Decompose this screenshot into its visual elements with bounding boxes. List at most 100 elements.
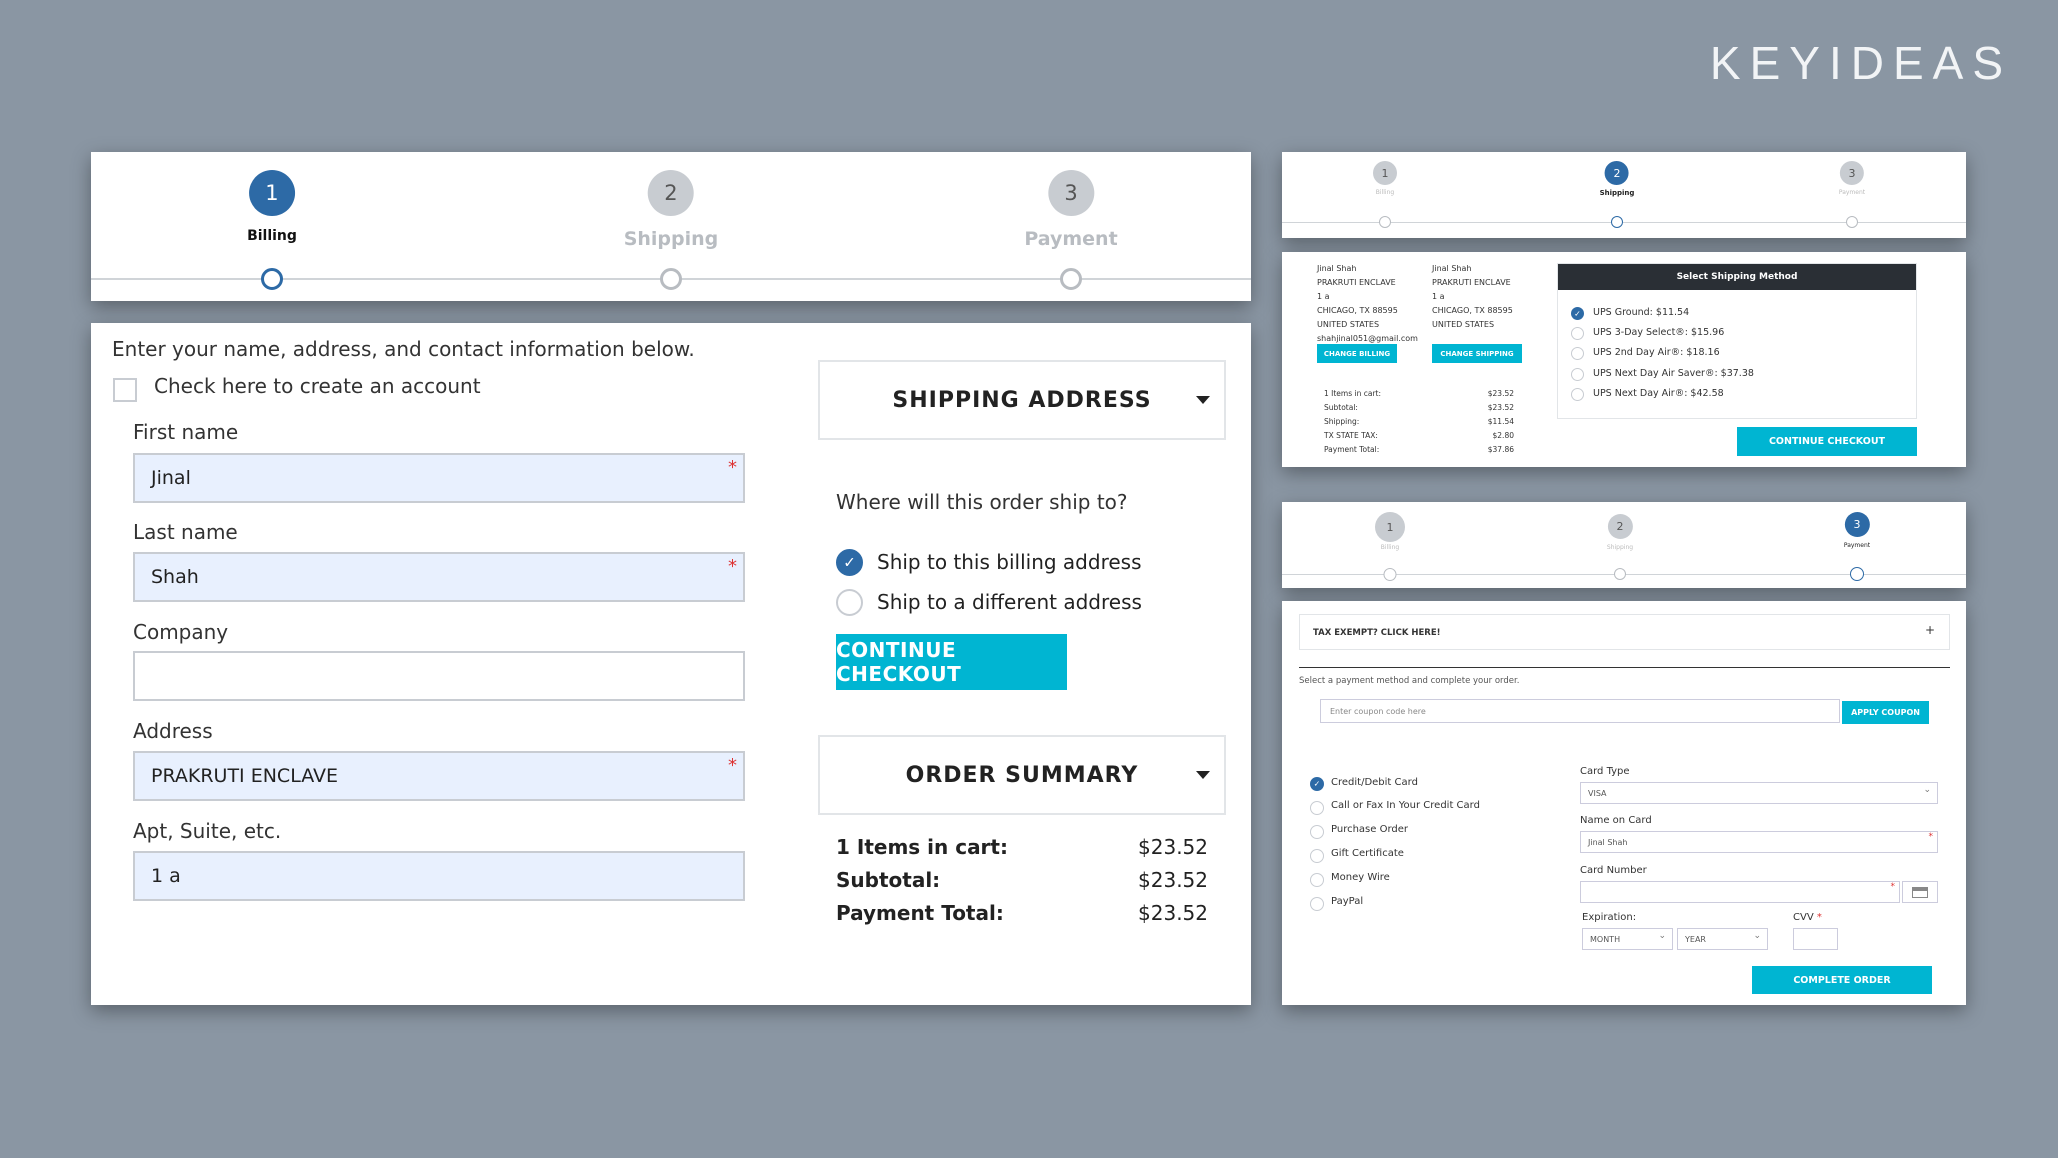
chevron-down-icon: ⌄	[1753, 931, 1761, 941]
step-label: Payment	[1838, 189, 1866, 196]
intro-text: Enter your name, address, and contact in…	[112, 337, 695, 361]
step-shipping[interactable]: 2 Shipping	[624, 170, 718, 250]
payment-method-radio[interactable]	[1310, 897, 1324, 911]
method-radio[interactable]	[1571, 388, 1584, 401]
shipping-stepper-card: 1 Billing 2 Shipping 3 Payment	[1282, 152, 1966, 238]
required-marker: *	[1890, 882, 1896, 892]
expiration-label: Expiration:	[1582, 912, 1637, 923]
payment-content-card: TAX EXEMPT? CLICK HERE! + Select a payme…	[1282, 601, 1966, 1005]
payment-instruction: Select a payment method and complete you…	[1299, 676, 1520, 686]
apply-coupon-button[interactable]: APPLY COUPON	[1842, 701, 1929, 724]
change-billing-button[interactable]: CHANGE BILLING	[1317, 344, 1397, 363]
step-number-badge: 3	[1048, 170, 1094, 216]
billing-form-card: Enter your name, address, and contact in…	[91, 323, 1251, 1005]
step-label: Billing	[1380, 544, 1400, 551]
address-value: PRAKRUTI ENCLAVE	[151, 765, 338, 787]
shipping-method-header: Select Shipping Method	[1558, 264, 1916, 290]
shipping-content-card: Jinal Shah PRAKRUTI ENCLAVE 1 a CHICAGO,…	[1282, 252, 1966, 467]
required-marker: *	[728, 755, 737, 776]
company-label: Company	[133, 620, 229, 644]
apt-input[interactable]: 1 a	[133, 851, 745, 901]
required-marker: *	[1816, 912, 1822, 923]
coupon-placeholder: Enter coupon code here	[1330, 706, 1426, 716]
cvv-label: CVV *	[1793, 912, 1822, 923]
summary-label: Payment Total:	[836, 901, 1004, 925]
company-input[interactable]	[133, 651, 745, 701]
complete-order-button[interactable]: COMPLETE ORDER	[1752, 966, 1932, 994]
method-radio[interactable]	[1571, 327, 1584, 340]
card-type-select[interactable]: VISA ⌄	[1580, 782, 1938, 804]
shipping-address-block: Jinal Shah PRAKRUTI ENCLAVE 1 a CHICAGO,…	[1432, 262, 1513, 332]
totals-row: Payment Total: $37.86	[1324, 443, 1514, 457]
payment-method-label: Purchase Order	[1331, 824, 1409, 835]
step-number-badge: 1	[1375, 512, 1405, 542]
last-name-input[interactable]: Shah *	[133, 552, 745, 602]
address-line: UNITED STATES	[1317, 320, 1380, 329]
step-number-badge: 2	[1605, 161, 1629, 185]
totals-table: 1 Items in cart: $23.52 Subtotal: $23.52 S…	[1324, 387, 1514, 457]
month-select[interactable]: MONTH ⌄	[1582, 928, 1673, 950]
totals-label: Shipping:	[1324, 417, 1360, 426]
plus-icon: +	[1924, 623, 1935, 637]
address-input[interactable]: PRAKRUTI ENCLAVE *	[133, 751, 745, 801]
continue-checkout-button[interactable]: CONTINUE CHECKOUT	[836, 634, 1067, 690]
method-radio[interactable]	[1571, 368, 1584, 381]
create-account-checkbox[interactable]	[113, 378, 137, 402]
last-name-label: Last name	[133, 520, 238, 544]
order-summary-accordion[interactable]: ORDER SUMMARY	[818, 735, 1226, 815]
name-on-card-input[interactable]: Jinal Shah *	[1580, 831, 1938, 853]
step-payment[interactable]: 3 Payment	[1024, 170, 1118, 250]
first-name-input[interactable]: Jinal *	[133, 453, 745, 503]
divider	[1299, 667, 1950, 668]
step-billing[interactable]: 1 Billing	[247, 170, 297, 244]
payment-method-radio[interactable]	[1310, 849, 1324, 863]
name-on-card-label: Name on Card	[1580, 815, 1652, 826]
payment-method-radio[interactable]	[1310, 825, 1324, 839]
month-value: MONTH	[1590, 934, 1621, 944]
name-on-card-value: Jinal Shah	[1588, 837, 1628, 847]
ship-billing-radio[interactable]	[836, 549, 863, 576]
keyideas-logo: KEYIDEAS	[1709, 37, 2012, 89]
change-shipping-button[interactable]: CHANGE SHIPPING	[1432, 344, 1522, 363]
summary-label: 1 Items in cart:	[836, 835, 1008, 859]
payment-method-radio[interactable]	[1310, 801, 1324, 815]
address-line: CHICAGO, TX 88595	[1317, 306, 1398, 315]
continue-checkout-button[interactable]: CONTINUE CHECKOUT	[1737, 427, 1917, 456]
cvv-input[interactable]	[1793, 928, 1838, 950]
method-label: UPS Next Day Air®: $42.58	[1593, 388, 1724, 399]
address-line: UNITED STATES	[1432, 320, 1495, 329]
method-radio[interactable]	[1571, 307, 1584, 320]
step-billing[interactable]: 1 Billing	[1373, 161, 1397, 196]
totals-row: 1 Items in cart: $23.52	[1324, 387, 1514, 401]
totals-value: $23.52	[1487, 389, 1514, 398]
step-marker	[1383, 568, 1397, 581]
summary-label: Subtotal:	[836, 868, 941, 892]
method-radio[interactable]	[1571, 347, 1584, 360]
card-number-input[interactable]: *	[1580, 881, 1900, 903]
first-name-value: Jinal	[151, 467, 191, 489]
step-number-badge: 1	[248, 170, 295, 216]
payment-method-label: Call or Fax In Your Credit Card	[1331, 800, 1480, 811]
cvv-label-text: CVV	[1793, 912, 1814, 923]
payment-method-radio[interactable]	[1310, 777, 1324, 791]
coupon-input[interactable]: Enter coupon code here	[1320, 699, 1840, 723]
step-shipping[interactable]: 2 Shipping	[1607, 514, 1633, 551]
method-label: UPS 2nd Day Air®: $18.16	[1593, 347, 1720, 358]
shipping-method-panel: Select Shipping Method UPS Ground: $11.5…	[1557, 263, 1917, 419]
summary-value: $23.52	[1138, 901, 1208, 925]
step-payment[interactable]: 3 Payment	[1844, 512, 1870, 549]
address-line: Jinal Shah	[1317, 264, 1357, 273]
payment-method-radio[interactable]	[1310, 873, 1324, 887]
ship-different-radio[interactable]	[836, 589, 863, 616]
card-type-value: VISA	[1588, 788, 1607, 798]
step-label: Billing	[1375, 189, 1395, 196]
payment-method-label: Gift Certificate	[1331, 848, 1404, 859]
step-payment-marker	[1060, 268, 1082, 290]
step-payment[interactable]: 3 Payment	[1839, 161, 1865, 196]
step-shipping[interactable]: 2 Shipping	[1600, 161, 1634, 197]
year-select[interactable]: YEAR ⌄	[1677, 928, 1768, 950]
card-number-label: Card Number	[1580, 865, 1647, 876]
tax-exempt-accordion[interactable]: TAX EXEMPT? CLICK HERE! +	[1299, 614, 1950, 650]
step-billing[interactable]: 1 Billing	[1375, 512, 1405, 551]
shipping-address-accordion[interactable]: SHIPPING ADDRESS	[818, 360, 1226, 440]
